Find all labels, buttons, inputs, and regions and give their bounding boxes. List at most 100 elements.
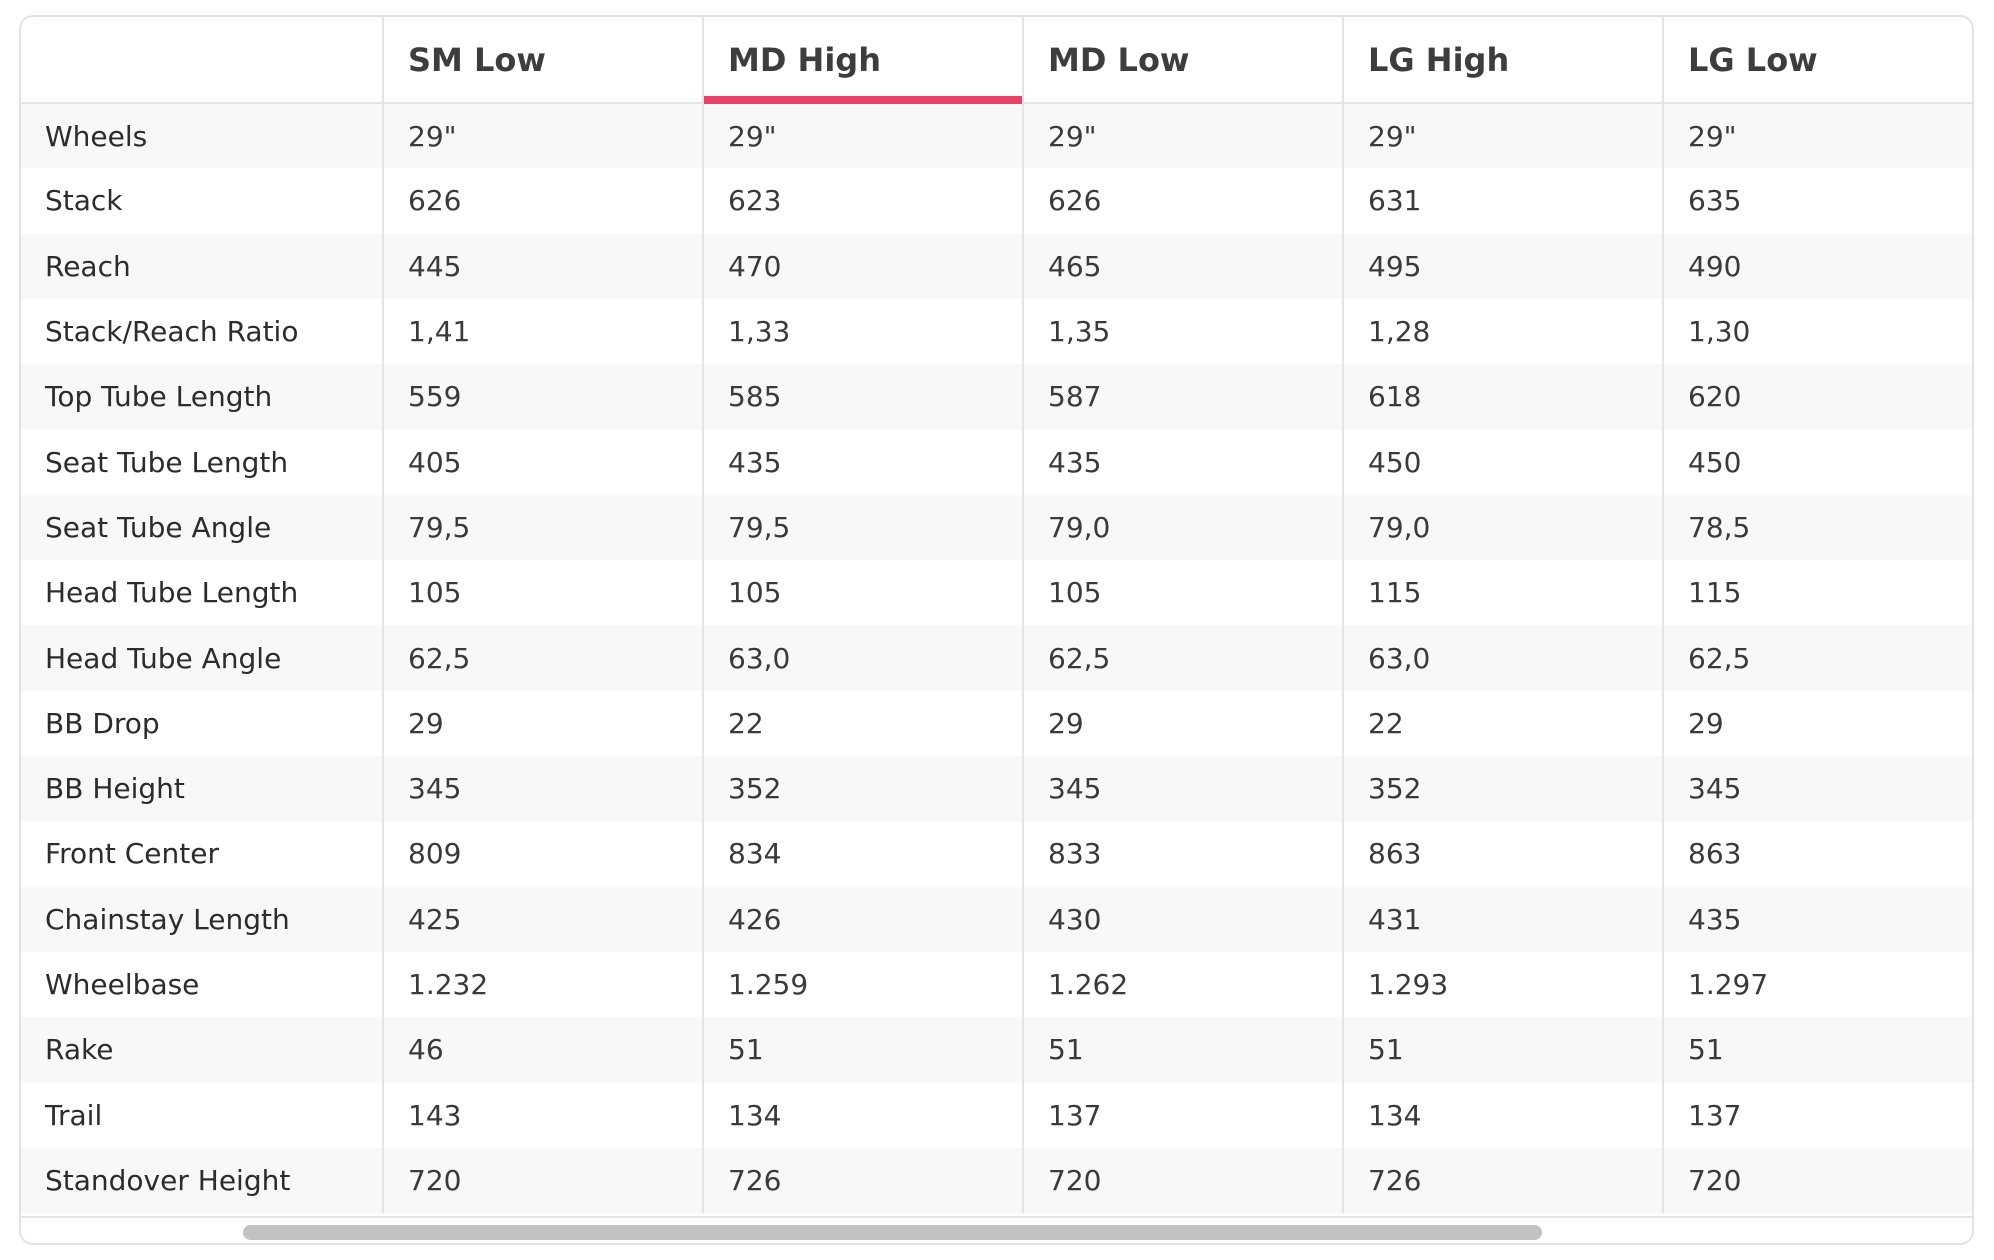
table-cell: 352: [702, 755, 1023, 822]
table-cell: 46: [382, 1017, 703, 1083]
table-cell: 585: [702, 364, 1023, 430]
table-cell: 726: [702, 1147, 1023, 1214]
table-row: Head Tube Length 105 105 105 115 115: [21, 560, 1972, 626]
table-scroll-area[interactable]: SM Low MD High MD Low LG High LG Low Whe…: [21, 17, 1972, 1216]
table-cell: 134: [1342, 1082, 1663, 1148]
table-cell: 720: [382, 1147, 703, 1214]
table-cell: 51: [1662, 1017, 1972, 1083]
table-cell: 79,5: [702, 494, 1023, 561]
table-row: Reach 445 470 465 495 490: [21, 233, 1972, 299]
table-row: Head Tube Angle 62,5 63,0 62,5 63,0 62,5: [21, 625, 1972, 691]
table-cell: 1.297: [1662, 951, 1972, 1018]
header-corner: [21, 17, 383, 104]
table-cell: 345: [382, 755, 703, 822]
row-label: BB Height: [21, 755, 383, 822]
row-label: Standover Height: [21, 1147, 383, 1214]
table-cell: 345: [1022, 755, 1343, 822]
table-cell: 22: [1342, 690, 1663, 756]
table-cell: 720: [1662, 1147, 1972, 1214]
table-cell: 435: [1022, 429, 1343, 495]
table-cell: 1.262: [1022, 951, 1343, 1018]
horizontal-scrollbar[interactable]: [21, 1216, 1972, 1243]
table-cell: 63,0: [1342, 625, 1663, 691]
row-label: BB Drop: [21, 690, 383, 756]
table-cell: 490: [1662, 233, 1972, 299]
geometry-table: SM Low MD High MD Low LG High LG Low Whe…: [21, 17, 1972, 1214]
table-cell: 435: [1662, 886, 1972, 952]
table-cell: 29": [1022, 103, 1343, 169]
table-cell: 62,5: [1662, 625, 1972, 691]
header-row: SM Low MD High MD Low LG High LG Low: [21, 17, 1972, 104]
table-cell: 105: [702, 560, 1023, 626]
row-label: Head Tube Length: [21, 560, 383, 626]
row-label: Seat Tube Length: [21, 429, 383, 495]
geometry-table-card: SM Low MD High MD Low LG High LG Low Whe…: [19, 15, 1974, 1245]
table-row: Seat Tube Length 405 435 435 450 450: [21, 429, 1972, 495]
table-cell: 450: [1342, 429, 1663, 495]
table-row: Wheels 29" 29" 29" 29" 29": [21, 103, 1972, 169]
table-cell: 79,0: [1022, 494, 1343, 561]
table-cell: 450: [1662, 429, 1972, 495]
table-cell: 62,5: [382, 625, 703, 691]
row-label: Seat Tube Angle: [21, 494, 383, 561]
table-cell: 79,5: [382, 494, 703, 561]
table-cell: 29: [382, 690, 703, 756]
table-row: Trail 143 134 137 134 137: [21, 1082, 1972, 1148]
table-cell: 1,35: [1022, 298, 1343, 365]
size-tab-md-high[interactable]: MD High: [702, 17, 1023, 104]
table-cell: 134: [702, 1082, 1023, 1148]
table-row: BB Drop 29 22 29 22 29: [21, 690, 1972, 756]
table-cell: 115: [1662, 560, 1972, 626]
row-label: Reach: [21, 233, 383, 299]
table-cell: 29": [1662, 103, 1972, 169]
table-row: Stack 626 623 626 631 635: [21, 168, 1972, 234]
table-cell: 29: [1662, 690, 1972, 756]
table-cell: 626: [1022, 168, 1343, 234]
table-row: Chainstay Length 425 426 430 431 435: [21, 886, 1972, 952]
table-cell: 29": [382, 103, 703, 169]
table-cell: 431: [1342, 886, 1663, 952]
table-cell: 78,5: [1662, 494, 1972, 561]
scrollbar-thumb[interactable]: [243, 1225, 1542, 1240]
table-cell: 1,33: [702, 298, 1023, 365]
table-cell: 470: [702, 233, 1023, 299]
size-tab-lg-low[interactable]: LG Low: [1662, 17, 1972, 104]
table-row: Top Tube Length 559 585 587 618 620: [21, 364, 1972, 430]
size-tab-md-low[interactable]: MD Low: [1022, 17, 1343, 104]
table-cell: 559: [382, 364, 703, 430]
table-cell: 720: [1022, 1147, 1343, 1214]
size-tab-lg-high[interactable]: LG High: [1342, 17, 1663, 104]
table-cell: 29": [702, 103, 1023, 169]
row-label: Rake: [21, 1017, 383, 1083]
table-row: Standover Height 720 726 720 726 720: [21, 1147, 1972, 1214]
table-cell: 137: [1662, 1082, 1972, 1148]
table-cell: 635: [1662, 168, 1972, 234]
table-cell: 51: [1342, 1017, 1663, 1083]
table-cell: 29: [1022, 690, 1343, 756]
table-cell: 834: [702, 821, 1023, 887]
table-cell: 833: [1022, 821, 1343, 887]
table-cell: 345: [1662, 755, 1972, 822]
table-cell: 587: [1022, 364, 1343, 430]
table-cell: 863: [1662, 821, 1972, 887]
table-cell: 430: [1022, 886, 1343, 952]
table-cell: 1,30: [1662, 298, 1972, 365]
table-cell: 623: [702, 168, 1023, 234]
row-label: Stack/Reach Ratio: [21, 298, 383, 365]
table-cell: 105: [1022, 560, 1343, 626]
row-label: Top Tube Length: [21, 364, 383, 430]
row-label: Chainstay Length: [21, 886, 383, 952]
size-tab-sm-low[interactable]: SM Low: [382, 17, 703, 104]
row-label: Wheelbase: [21, 951, 383, 1018]
table-cell: 22: [702, 690, 1023, 756]
table-cell: 1,28: [1342, 298, 1663, 365]
table-cell: 1.259: [702, 951, 1023, 1018]
table-cell: 115: [1342, 560, 1663, 626]
table-cell: 426: [702, 886, 1023, 952]
table-cell: 1.293: [1342, 951, 1663, 1018]
table-cell: 62,5: [1022, 625, 1343, 691]
table-row: Rake 46 51 51 51 51: [21, 1017, 1972, 1083]
table-cell: 626: [382, 168, 703, 234]
row-label: Trail: [21, 1082, 383, 1148]
table-cell: 445: [382, 233, 703, 299]
